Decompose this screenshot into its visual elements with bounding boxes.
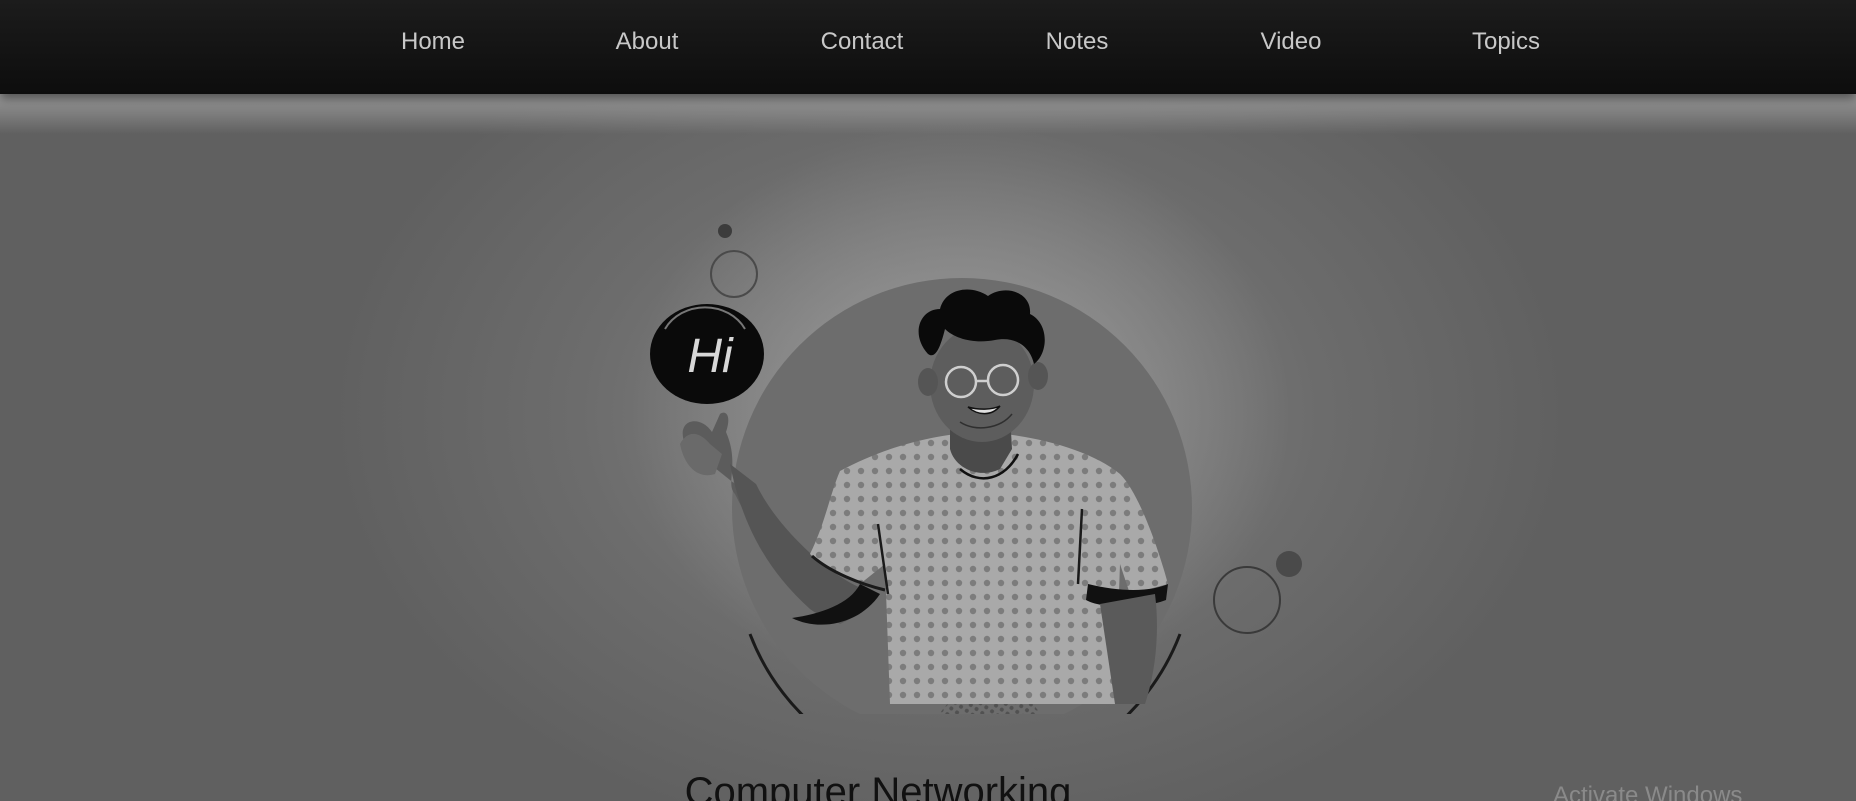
nav-video[interactable]: Video	[1261, 24, 1322, 60]
ring-right-icon	[1213, 566, 1281, 634]
top-navbar: Home About Contact Notes Video Topics	[0, 0, 1856, 94]
hi-bubble-text: Hi	[687, 330, 734, 383]
hi-speech-bubble: Hi	[650, 304, 764, 404]
small-dot-right-icon	[1276, 551, 1302, 577]
nav-topics[interactable]: Topics	[1472, 24, 1540, 60]
page-title: Computer Networking	[684, 770, 1072, 801]
nav-home[interactable]: Home	[401, 24, 465, 60]
nav-notes[interactable]: Notes	[1046, 24, 1109, 60]
nav-about[interactable]: About	[616, 24, 679, 60]
hero-section: Hi Computer Networking Activate Windows	[0, 94, 1856, 801]
nav-contact[interactable]: Contact	[821, 24, 904, 60]
small-dot-icon	[718, 224, 732, 238]
waving-person-illustration: Hi	[630, 124, 1302, 714]
activate-windows-watermark: Activate Windows	[1553, 782, 1743, 801]
